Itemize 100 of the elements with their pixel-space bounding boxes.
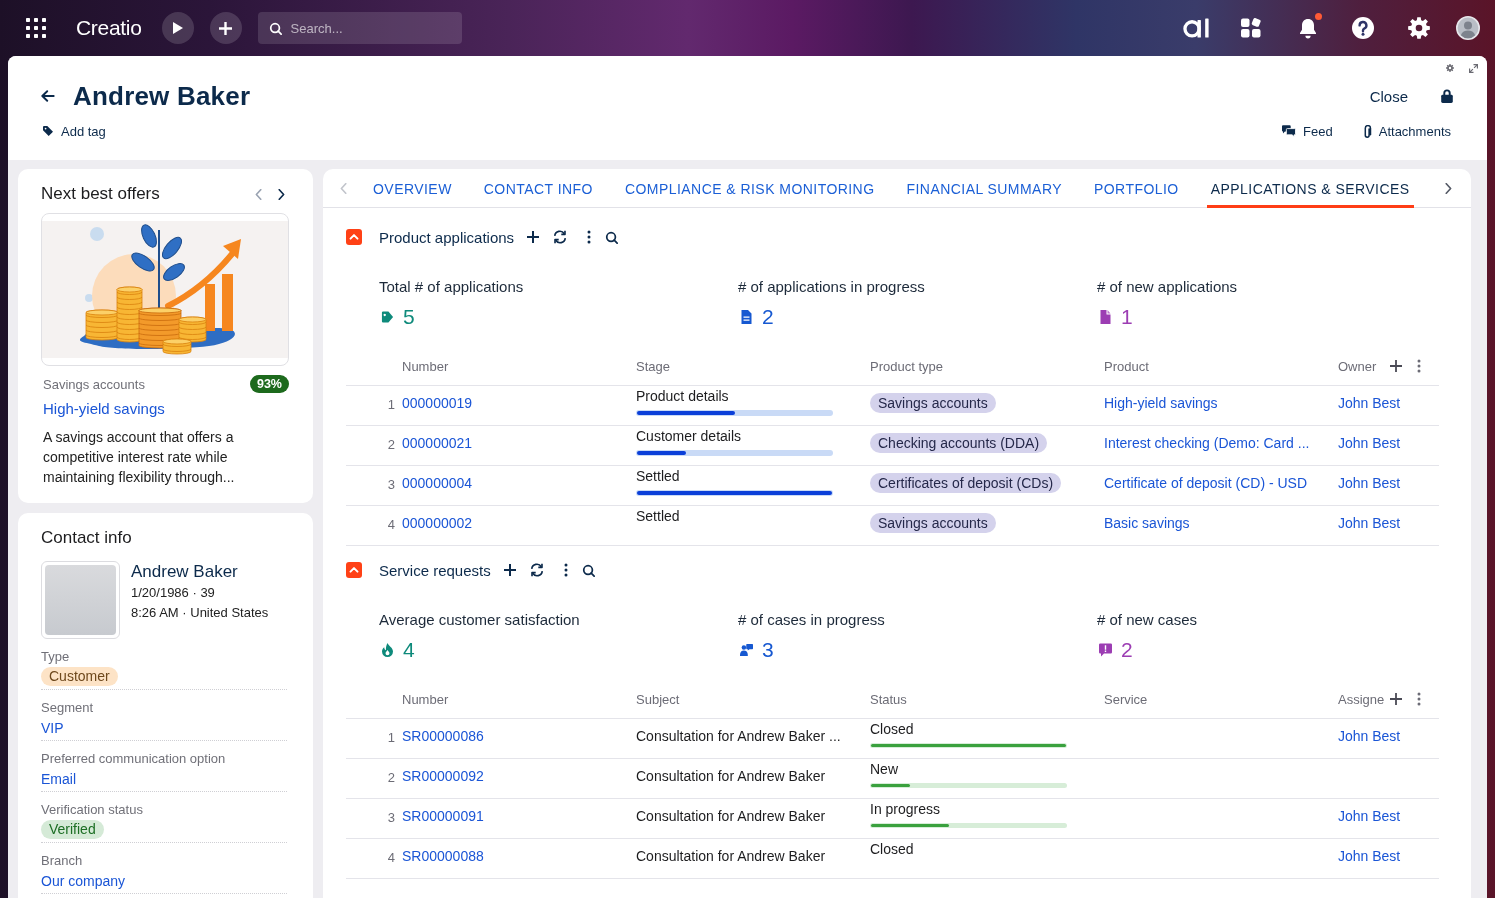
- tab[interactable]: FINANCIAL SUMMARY: [902, 169, 1066, 208]
- offer-link[interactable]: High-yield savings: [41, 399, 165, 419]
- record-link[interactable]: Interest checking (Demo: Card ...: [1104, 435, 1310, 451]
- feed-button[interactable]: Feed: [1282, 123, 1333, 139]
- record-link[interactable]: 000000021: [402, 435, 473, 451]
- status-label: Closed: [870, 841, 914, 857]
- record-link[interactable]: SR00000086: [402, 728, 484, 744]
- record-link[interactable]: SR00000091: [402, 808, 484, 824]
- record-link[interactable]: John Best: [1338, 435, 1401, 451]
- status-label: In progress: [870, 801, 941, 817]
- tab[interactable]: APPLICATIONS & SERVICES: [1206, 169, 1414, 208]
- column-header: Stage: [636, 358, 670, 374]
- back-arrow-icon[interactable]: [41, 90, 55, 102]
- settings-icon[interactable]: [1408, 17, 1430, 39]
- add-column-icon[interactable]: [1390, 693, 1402, 705]
- add-tag-button[interactable]: Add tag: [43, 123, 106, 139]
- expand-icon[interactable]: [1469, 63, 1478, 73]
- search-icon[interactable]: [605, 230, 619, 244]
- collapse-icon[interactable]: [346, 229, 362, 245]
- field-link[interactable]: Email: [41, 770, 76, 787]
- metric-value: 5: [403, 305, 415, 329]
- field-label: Segment: [41, 700, 95, 716]
- table-text: Consultation for Andrew Baker: [636, 808, 826, 824]
- column-header: Number: [402, 691, 449, 707]
- card-title: Contact info: [41, 528, 132, 548]
- record-link[interactable]: John Best: [1338, 475, 1401, 491]
- app-logo: Creatio: [76, 16, 142, 40]
- row-number: 1: [386, 729, 396, 747]
- type-tag: Certificates of deposit (CDs): [870, 473, 1062, 493]
- tab[interactable]: OVERVIEW: [369, 169, 456, 208]
- chevron-right-icon[interactable]: [278, 188, 285, 200]
- row-number: 1: [386, 396, 396, 414]
- birth-date-age: 1/20/1986 · 39: [131, 584, 216, 602]
- metric-label: Average customer satisfaction: [379, 610, 581, 630]
- type-tag: Savings accounts: [870, 513, 996, 533]
- user-avatar[interactable]: [1456, 16, 1480, 40]
- card-title: Next best offers: [41, 184, 160, 204]
- record-link[interactable]: John Best: [1338, 515, 1401, 531]
- tab[interactable]: CONTACT INFO: [479, 169, 597, 208]
- add-button[interactable]: [209, 12, 242, 44]
- record-link[interactable]: 000000019: [402, 395, 473, 411]
- refresh-icon[interactable]: [529, 563, 544, 577]
- field-link[interactable]: VIP: [41, 719, 64, 736]
- offer-description: A savings account that offers a competitive interest rate while maintaining flexibility through...: [43, 428, 236, 487]
- type-tag: Savings accounts: [870, 393, 996, 413]
- record-link[interactable]: SR00000092: [402, 768, 484, 784]
- tab[interactable]: PORTFOLIO: [1090, 169, 1183, 208]
- field-label: Preferred communication option: [41, 751, 227, 767]
- status-label: New: [870, 761, 898, 777]
- field-label: Branch: [41, 853, 84, 869]
- attachments-button[interactable]: Attachments: [1363, 123, 1451, 139]
- metric-value: 4: [403, 638, 415, 662]
- metric-label: # of new applications: [1097, 277, 1239, 297]
- lock-icon[interactable]: [1441, 89, 1453, 103]
- column-header: Owner: [1338, 358, 1377, 374]
- add-icon[interactable]: [527, 231, 540, 243]
- column-header: Status: [870, 691, 907, 707]
- plus-icon: [219, 21, 233, 35]
- table-text: Consultation for Andrew Baker: [636, 848, 826, 864]
- record-link[interactable]: John Best: [1338, 728, 1401, 744]
- collapse-icon[interactable]: [346, 562, 362, 578]
- section-title: Product applications: [379, 228, 515, 246]
- close-button[interactable]: Close: [1369, 87, 1408, 105]
- refresh-icon[interactable]: [553, 230, 568, 244]
- metric-label: Total # of applications: [379, 277, 525, 297]
- help-icon[interactable]: [1352, 17, 1374, 39]
- column-header: Number: [402, 358, 449, 374]
- apps-icon[interactable]: [1241, 18, 1261, 38]
- play-icon: [172, 22, 183, 34]
- record-link[interactable]: John Best: [1338, 808, 1401, 824]
- page-title: Andrew Baker: [73, 80, 251, 112]
- more-options-icon[interactable]: [587, 230, 592, 244]
- paperclip-icon: [1363, 124, 1372, 138]
- ai-icon[interactable]: [1183, 18, 1209, 38]
- search-icon[interactable]: [581, 563, 595, 577]
- notifications-icon[interactable]: [1298, 17, 1318, 39]
- record-link[interactable]: John Best: [1338, 848, 1401, 864]
- add-icon[interactable]: [503, 564, 516, 576]
- record-link[interactable]: 000000002: [402, 515, 473, 531]
- add-column-icon[interactable]: [1390, 360, 1402, 372]
- record-link[interactable]: Certificate of deposit (CD) - USD: [1104, 475, 1308, 491]
- field-link[interactable]: Our company: [41, 872, 126, 889]
- section-title: Service requests: [379, 561, 491, 579]
- metric-label: # of cases in progress: [738, 610, 886, 630]
- chevron-right-icon[interactable]: [1445, 182, 1452, 194]
- metric-label: # of new cases: [1097, 610, 1199, 630]
- more-options-icon[interactable]: [563, 563, 568, 577]
- metric-value: 2: [1121, 638, 1133, 662]
- status-label: Closed: [870, 721, 914, 737]
- play-button[interactable]: [161, 12, 194, 44]
- record-link[interactable]: SR00000088: [402, 848, 484, 864]
- search-icon: [268, 22, 282, 35]
- record-link[interactable]: High-yield savings: [1104, 395, 1218, 411]
- field-label: Verification status: [41, 802, 144, 818]
- table-text: Consultation for Andrew Baker: [636, 768, 826, 784]
- record-link[interactable]: John Best: [1338, 395, 1401, 411]
- record-link[interactable]: Basic savings: [1104, 515, 1190, 531]
- tab[interactable]: COMPLIANCE & RISK MONITORING: [620, 169, 879, 208]
- apps-grid-icon[interactable]: [26, 18, 46, 38]
- record-link[interactable]: 000000004: [402, 475, 473, 491]
